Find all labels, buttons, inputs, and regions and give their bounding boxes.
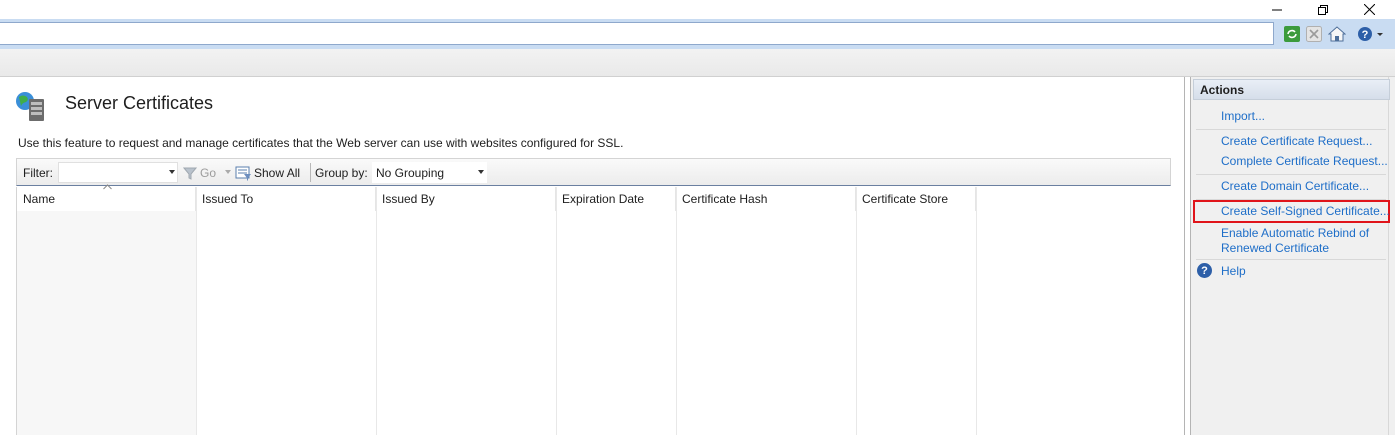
show-all-icon — [235, 166, 251, 181]
filter-bar: Filter: Go Show All Group by: No Groupin… — [16, 158, 1171, 186]
column-header-expiration-date[interactable]: Expiration Date — [556, 187, 676, 211]
column-header-label: Certificate Store — [862, 192, 949, 206]
column-divider — [376, 187, 377, 435]
action-create-certificate-request[interactable]: Create Certificate Request... — [1221, 134, 1372, 148]
action-enable-automatic-rebind[interactable]: Enable Automatic Rebind of — [1221, 226, 1369, 240]
certificates-list[interactable]: Name Issued To Issued By Expiration Date… — [16, 184, 1171, 435]
go-label: Go — [200, 166, 217, 180]
action-create-self-signed-certificate[interactable]: Create Self-Signed Certificate... — [1221, 204, 1390, 218]
address-field[interactable] — [0, 22, 1274, 45]
column-header-issued-by[interactable]: Issued By — [376, 187, 556, 211]
column-header-label: Expiration Date — [562, 192, 645, 206]
actions-pane — [1190, 77, 1395, 435]
close-button[interactable] — [1346, 0, 1392, 19]
column-header-certificate-hash[interactable]: Certificate Hash — [676, 187, 856, 211]
refresh-icon[interactable] — [1283, 25, 1301, 43]
go-button[interactable]: Go — [183, 163, 216, 183]
home-icon[interactable] — [1328, 25, 1346, 43]
page-title: Server Certificates — [65, 93, 214, 113]
server-certificates-icon — [14, 91, 48, 123]
help-menu-icon[interactable]: ? — [1356, 25, 1386, 43]
toolbar-strip — [0, 49, 1395, 77]
action-help[interactable]: Help — [1221, 264, 1246, 278]
filter-input[interactable] — [58, 162, 178, 183]
group-by-label: Group by: — [315, 166, 368, 180]
show-all-label: Show All — [254, 166, 301, 180]
column-header-label: Issued By — [382, 192, 435, 206]
minimize-button[interactable] — [1254, 0, 1300, 19]
go-dropdown-icon[interactable] — [225, 170, 231, 174]
scrollbar-edge — [1388, 77, 1395, 435]
filter-label: Filter: — [23, 166, 53, 180]
column-header-issued-to[interactable]: Issued To — [196, 187, 376, 211]
show-all-button[interactable]: Show All — [235, 163, 300, 183]
column-header-certificate-store[interactable]: Certificate Store — [856, 187, 976, 211]
actions-header[interactable]: Actions — [1193, 79, 1390, 100]
action-import[interactable]: Import... — [1221, 109, 1265, 123]
group-by-value: No Grouping — [376, 166, 445, 180]
action-separator — [1196, 174, 1386, 175]
column-header-label: Name — [23, 192, 56, 206]
action-separator — [1196, 129, 1386, 130]
svg-text:?: ? — [1362, 29, 1369, 41]
column-header-label: Certificate Hash — [682, 192, 768, 206]
action-enable-automatic-rebind-line2[interactable]: Renewed Certificate — [1221, 241, 1329, 255]
column-divider — [556, 187, 557, 435]
action-create-domain-certificate[interactable]: Create Domain Certificate... — [1221, 179, 1369, 193]
action-complete-certificate-request[interactable]: Complete Certificate Request... — [1221, 154, 1388, 168]
title-bar — [0, 0, 1395, 19]
restore-button[interactable] — [1300, 0, 1346, 19]
column-header-label: Issued To — [202, 192, 254, 206]
column-divider — [856, 187, 857, 435]
close-icon — [1363, 4, 1375, 15]
actions-header-label: Actions — [1200, 83, 1245, 97]
group-by-select[interactable]: No Grouping — [372, 162, 487, 183]
navigation-bar: ? — [0, 19, 1395, 49]
help-icon: ? — [1197, 263, 1212, 278]
minimize-icon — [1272, 9, 1282, 10]
feature-description: Use this feature to request and manage c… — [18, 136, 624, 150]
stop-icon[interactable] — [1305, 25, 1323, 43]
column-header-name[interactable]: Name — [17, 184, 196, 211]
action-separator — [1196, 259, 1386, 260]
sort-ascending-icon — [103, 184, 112, 190]
restore-icon — [1318, 4, 1328, 15]
sorted-column-background — [17, 211, 196, 435]
column-divider — [976, 187, 977, 435]
column-divider — [676, 187, 677, 435]
funnel-icon — [183, 167, 197, 180]
group-by-dropdown-icon — [478, 170, 484, 174]
separator — [310, 163, 311, 182]
filter-dropdown-icon[interactable] — [169, 170, 175, 174]
column-divider — [196, 187, 197, 435]
